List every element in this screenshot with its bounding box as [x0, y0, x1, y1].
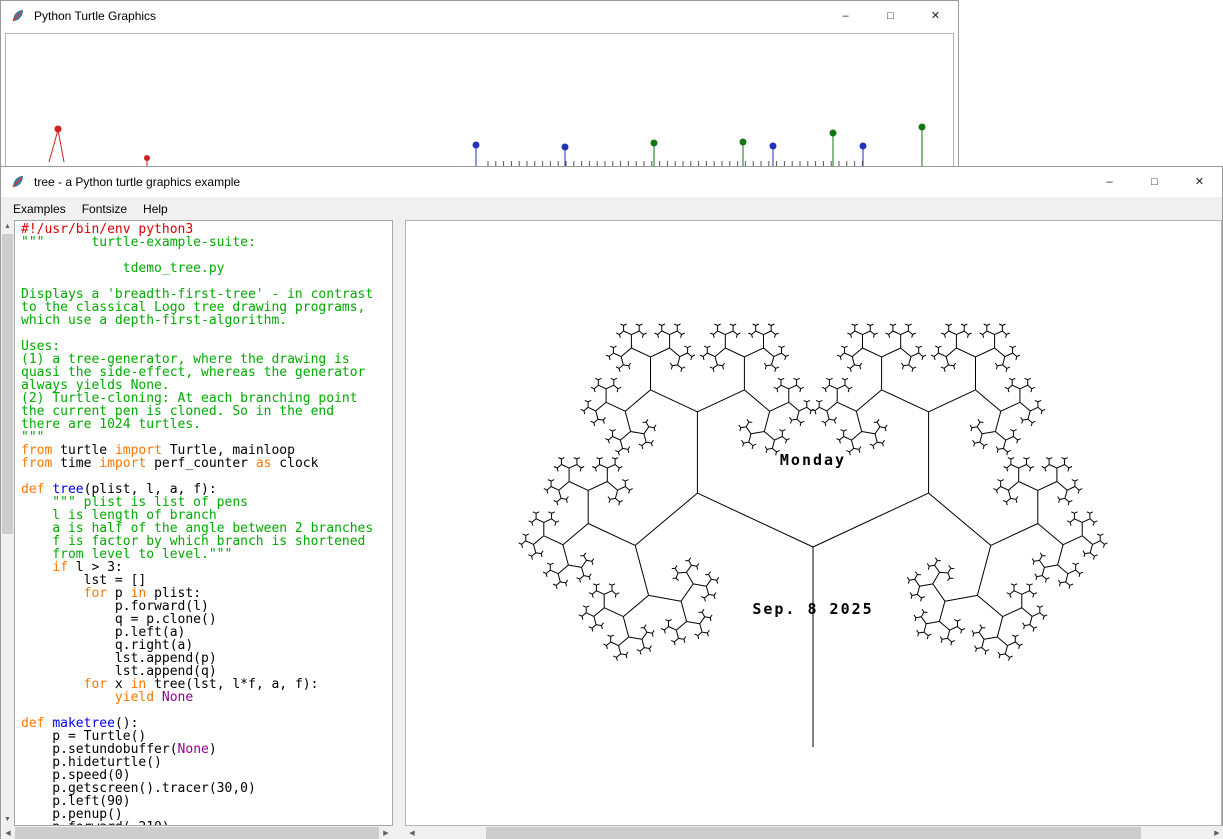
feather-icon: [10, 8, 26, 24]
minimize-button[interactable]: –: [823, 1, 868, 31]
turtledemo-window: tree - a Python turtle graphics example …: [0, 166, 1223, 839]
maximize-icon: □: [887, 11, 894, 22]
scroll-left-button[interactable]: ◀: [405, 826, 419, 839]
turtle-mark: [919, 124, 926, 131]
minimize-button[interactable]: –: [1087, 167, 1132, 197]
code-area: #!/usr/bin/env python3""" turtle-example…: [15, 221, 392, 826]
turtle-hand-mark: [49, 130, 64, 162]
turtle-canvas-pane: Monday Sep. 8 2025: [405, 220, 1222, 826]
maximize-icon: □: [1151, 177, 1158, 188]
desktop: Python Turtle Graphics – □ ✕ tree - a Py…: [0, 0, 1223, 839]
canvas-label: Sep. 8 2025: [752, 600, 873, 618]
scroll-right-button[interactable]: ▶: [379, 826, 393, 839]
menu-fontsize[interactable]: Fontsize: [74, 199, 135, 219]
menubar: Examples Fontsize Help: [1, 197, 1222, 220]
close-button[interactable]: ✕: [913, 1, 958, 31]
close-button[interactable]: ✕: [1177, 167, 1222, 197]
code-line: [21, 327, 392, 340]
close-icon: ✕: [1195, 177, 1204, 188]
code-horizontal-scrollbar[interactable]: ◀ ▶: [1, 826, 393, 839]
turtle-mark: [830, 130, 837, 137]
code-vertical-scrollbar[interactable]: ▲ ▼: [1, 220, 14, 826]
pane-sash[interactable]: [393, 220, 405, 839]
turtle-mark: [473, 142, 480, 149]
code-pane[interactable]: #!/usr/bin/env python3""" turtle-example…: [14, 220, 393, 826]
feather-icon: [10, 174, 26, 190]
horizontal-scroll-thumb[interactable]: [15, 827, 379, 839]
front-titlebar[interactable]: tree - a Python turtle graphics example …: [1, 167, 1222, 197]
chevron-down-icon: ▼: [4, 816, 11, 823]
code-line: which use a depth-first-algorithm.: [21, 314, 392, 327]
code-line: tdemo_tree.py: [21, 262, 392, 275]
minimize-icon: –: [842, 11, 848, 22]
code-line: yield None: [21, 691, 392, 704]
maximize-button[interactable]: □: [1132, 167, 1177, 197]
fractal-tree-drawing: [519, 324, 1108, 747]
canvas-horizontal-scrollbar[interactable]: ◀ ▶: [405, 826, 1223, 839]
chevron-up-icon: ▲: [4, 223, 11, 230]
scroll-left-button[interactable]: ◀: [1, 826, 15, 839]
chevron-left-icon: ◀: [5, 830, 10, 837]
turtle-mark: [562, 144, 569, 151]
menu-examples[interactable]: Examples: [5, 199, 74, 219]
front-window-title: tree - a Python turtle graphics example: [34, 175, 240, 189]
back-window-title: Python Turtle Graphics: [34, 9, 156, 23]
scroll-right-button[interactable]: ▶: [1210, 826, 1223, 839]
horizontal-scroll-thumb[interactable]: [486, 827, 1141, 839]
canvas-label: Monday: [780, 451, 846, 469]
turtle-canvas-svg: Monday Sep. 8 2025: [406, 221, 1221, 825]
maximize-button[interactable]: □: [868, 1, 913, 31]
turtle-mark: [860, 143, 867, 150]
chevron-left-icon: ◀: [409, 830, 414, 837]
turtle-mark: [651, 140, 658, 147]
code-line: """ turtle-example-suite:: [21, 236, 392, 249]
turtle-mark: [740, 139, 747, 146]
chevron-right-icon: ▶: [1214, 830, 1219, 837]
vertical-scroll-thumb[interactable]: [2, 234, 13, 534]
scroll-up-button[interactable]: ▲: [1, 220, 14, 233]
back-titlebar[interactable]: Python Turtle Graphics – □ ✕: [1, 1, 958, 31]
minimize-icon: –: [1106, 177, 1112, 188]
scroll-down-button[interactable]: ▼: [1, 813, 14, 826]
turtle-mark: [144, 155, 150, 161]
close-icon: ✕: [931, 11, 940, 22]
turtle-mark: [770, 143, 777, 150]
code-line: from time import perf_counter as clock: [21, 457, 392, 470]
chevron-right-icon: ▶: [383, 830, 388, 837]
code-line: there are 1024 turtles.: [21, 418, 392, 431]
menu-help[interactable]: Help: [135, 199, 176, 219]
